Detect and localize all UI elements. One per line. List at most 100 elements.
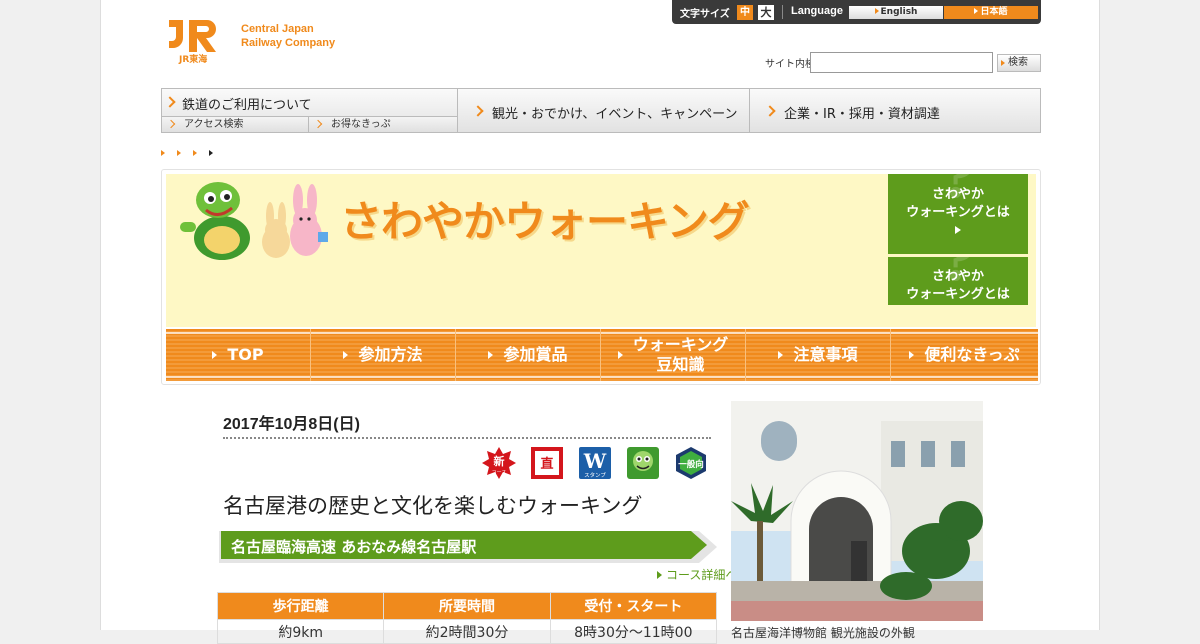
divider xyxy=(782,5,783,19)
access-search-label: アクセス検索 xyxy=(184,119,244,130)
caret-right-icon xyxy=(955,226,961,234)
chevron-right-icon xyxy=(313,119,323,129)
walking-nav-prizes-label: 参加賞品 xyxy=(503,345,568,364)
w-stamp-badge-text: W xyxy=(583,449,607,473)
language-label: Language xyxy=(791,5,843,17)
language-japanese-button[interactable]: 日本語 xyxy=(944,6,1038,19)
walking-nav-tips-label: ウォーキング 豆知識 xyxy=(633,335,729,375)
walking-nav-how-to-join-label: 参加方法 xyxy=(358,345,423,364)
about-walking-button-1-line2: ウォーキングとは xyxy=(906,205,1010,220)
about-walking-button-2-line2: ウォーキングとは xyxy=(906,287,1010,302)
about-walking-button-2-line1: さわやか xyxy=(931,269,984,284)
general-badge-text: 一般向 xyxy=(678,459,704,470)
event-title: 名古屋港の歴史と文化を楽しむウォーキング xyxy=(223,494,643,518)
course-detail-label: コース詳細へ xyxy=(666,568,738,582)
font-size-large-button[interactable]: 大 xyxy=(758,5,774,20)
breadcrumb-arrow-icon[interactable] xyxy=(193,150,197,156)
venue-photo-caption: 名古屋海洋博物館 観光施設の外観 xyxy=(731,626,915,640)
walking-nav-tips-label-line1: ウォーキング xyxy=(632,335,729,354)
station-heading: 名古屋臨海高速 あおなみ線名古屋駅 xyxy=(231,538,477,556)
chevron-right-icon xyxy=(472,105,484,117)
language-english-button[interactable]: English xyxy=(849,6,943,19)
jr-logo-small-text: JR東海 xyxy=(179,55,208,65)
walking-nav-how-to-join[interactable]: 参加方法 xyxy=(311,329,456,381)
table-row: 約9km 約2時間30分 8時30分～11時00 xyxy=(216,619,718,644)
caret-right-icon xyxy=(778,351,784,359)
company-name: Central Japan Railway Company xyxy=(241,22,335,50)
discount-ticket-link[interactable]: お得なきっぷ xyxy=(309,117,457,132)
global-nav-railway: 鉄道のご利用について アクセス検索 お得なきっぷ xyxy=(162,89,458,132)
font-size-medium-button[interactable]: 中 xyxy=(737,5,753,20)
caret-right-icon xyxy=(657,571,662,579)
event-info-table: 歩行距離 所要時間 受付・スタート 約9km 約2時間30分 8時30分～11時… xyxy=(216,592,718,644)
walking-nav: TOP 参加方法 参加賞品 ウォーキング 豆知識 注意事項 便利なきっぷ xyxy=(166,329,1038,381)
caret-right-icon xyxy=(212,351,218,359)
global-nav-tourism[interactable]: 観光・おでかけ、イベント、キャンペーン xyxy=(458,89,750,132)
new-course-badge-icon: 新 コース xyxy=(482,447,516,479)
access-search-link[interactable]: アクセス検索 xyxy=(162,117,309,132)
global-nav: 鉄道のご利用について アクセス検索 お得なきっぷ 観光・おでかけ、イベント、キャ… xyxy=(161,88,1041,133)
course-detail-link[interactable]: コース詳細へ xyxy=(657,566,737,583)
table-cell-start: 8時30分～11時00 xyxy=(549,619,718,644)
new-course-badge-subtext: コース xyxy=(492,470,507,476)
about-walking-button-1-line1: さわやか xyxy=(931,187,984,202)
font-size-label: 文字サイズ xyxy=(680,9,730,20)
search-button[interactable]: 検索 xyxy=(997,54,1041,72)
venue-photo xyxy=(731,401,983,621)
table-header-distance: 歩行距離 xyxy=(216,592,385,620)
new-course-badge-text: 新 xyxy=(494,454,505,468)
divider xyxy=(223,437,711,439)
caret-right-icon xyxy=(974,8,979,14)
global-nav-railway-link[interactable]: 鉄道のご利用について xyxy=(162,89,457,116)
global-nav-corporate-label: 企業・IR・採用・資材調達 xyxy=(784,107,940,122)
w-stamp-badge-icon: W スタンプ xyxy=(579,447,611,479)
breadcrumb-arrow-icon xyxy=(209,150,213,156)
global-nav-corporate[interactable]: 企業・IR・採用・資材調達 xyxy=(750,89,1040,132)
global-nav-subrow: アクセス検索 お得なきっぷ xyxy=(162,116,457,132)
walking-nav-cautions-label: 注意事項 xyxy=(793,345,858,364)
walking-banner-box: さわやかウォーキング ? さわやか ウォーキングとは ? さわやか ウォーキング… xyxy=(161,169,1041,385)
walking-nav-cautions[interactable]: 注意事項 xyxy=(746,329,891,381)
walking-nav-top-label: TOP xyxy=(227,345,264,364)
question-mark-icon: ? xyxy=(940,174,976,212)
caret-right-icon xyxy=(343,351,349,359)
about-walking-button-1[interactable]: ? さわやか ウォーキングとは xyxy=(888,174,1028,254)
language-english-label: English xyxy=(880,7,918,17)
banner-title: さわやかウォーキング xyxy=(340,197,750,246)
general-badge-icon: 一般向 xyxy=(676,447,706,479)
walking-nav-tickets[interactable]: 便利なきっぷ xyxy=(891,329,1038,381)
direct-badge-text: 直 xyxy=(540,456,553,472)
table-header-row: 歩行距離 所要時間 受付・スタート xyxy=(216,592,718,620)
global-nav-railway-label: 鉄道のご利用について xyxy=(182,98,312,113)
caret-right-icon xyxy=(488,351,494,359)
chevron-right-icon xyxy=(764,105,776,117)
table-header-duration: 所要時間 xyxy=(383,592,551,620)
walking-nav-prizes[interactable]: 参加賞品 xyxy=(456,329,601,381)
chevron-right-icon xyxy=(166,119,176,129)
table-cell-distance: 約9km xyxy=(216,619,385,644)
company-name-line2: Railway Company xyxy=(241,37,336,49)
event-date: 2017年10月8日(日) xyxy=(223,416,360,433)
chevron-right-icon xyxy=(164,96,176,108)
breadcrumb-arrow-icon[interactable] xyxy=(161,150,165,156)
search-input[interactable] xyxy=(810,52,993,73)
caret-right-icon xyxy=(617,351,623,359)
walking-nav-top[interactable]: TOP xyxy=(166,329,311,381)
jr-central-logo[interactable]: JR東海 Central Japan Railway Company xyxy=(165,16,365,66)
discount-ticket-label: お得なきっぷ xyxy=(331,119,391,130)
page: JR東海 Central Japan Railway Company 文字サイズ… xyxy=(100,0,1100,644)
table-cell-duration: 約2時間30分 xyxy=(383,619,551,644)
breadcrumb-arrow-icon[interactable] xyxy=(177,150,181,156)
company-name-line1: Central Japan xyxy=(241,23,314,35)
walking-nav-tips[interactable]: ウォーキング 豆知識 xyxy=(601,329,746,381)
walking-nav-tips-label-line2: 豆知識 xyxy=(656,355,705,374)
about-walking-button-2[interactable]: ? さわやか ウォーキングとは xyxy=(888,257,1028,305)
w-stamp-badge-subtext: スタンプ xyxy=(584,471,606,479)
global-nav-tourism-label: 観光・おでかけ、イベント、キャンペーン xyxy=(492,107,738,122)
direct-badge-icon: 直 xyxy=(531,447,563,479)
utility-bar: 文字サイズ 中 大 Language English 日本語 xyxy=(672,0,1041,24)
page-inner: JR東海 Central Japan Railway Company 文字サイズ… xyxy=(161,0,1041,644)
caret-right-icon xyxy=(874,8,879,14)
language-japanese-label: 日本語 xyxy=(980,7,1008,17)
table-header-start: 受付・スタート xyxy=(549,592,718,620)
